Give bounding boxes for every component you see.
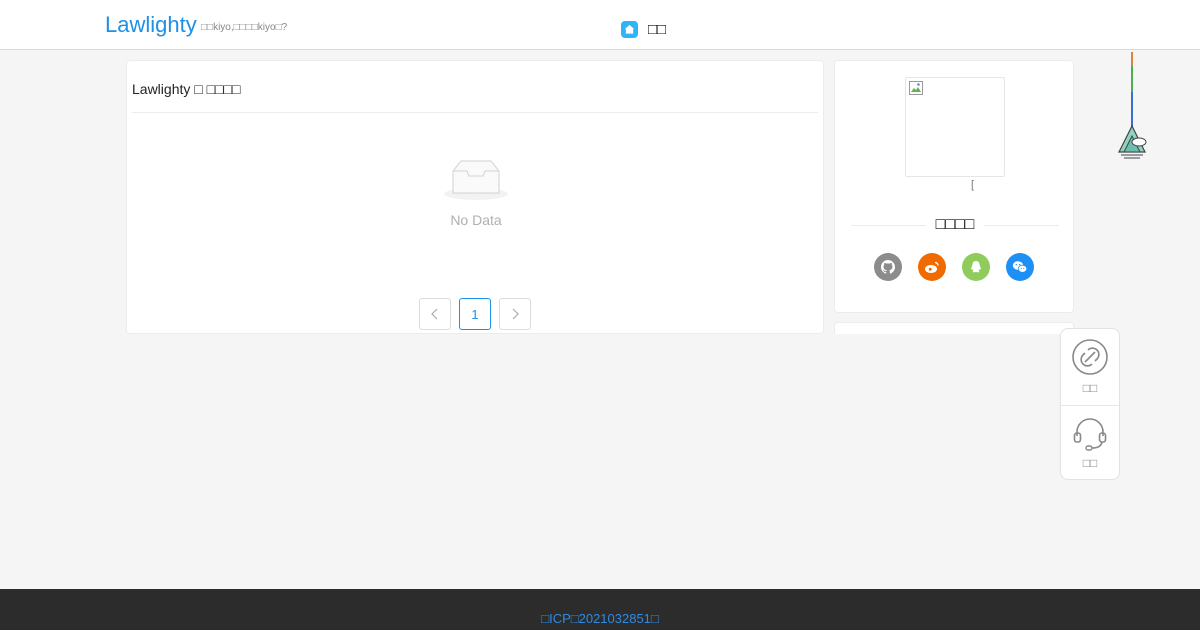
site-tagline: □□kiyo,□□□□kiyo□? — [201, 22, 288, 33]
site-footer: □ICP□2021032851□ — [0, 589, 1200, 630]
nav-home-link[interactable]: □□ — [621, 21, 666, 38]
github-link[interactable] — [874, 253, 902, 281]
float-item-service-label: □□ — [1082, 456, 1098, 470]
chevron-left-icon — [431, 308, 438, 320]
avatar-caption: [ — [971, 179, 975, 191]
title-divider — [132, 112, 818, 113]
float-item-link[interactable]: □□ — [1061, 329, 1119, 404]
float-item-link-label: □□ — [1082, 381, 1098, 395]
page-title: Lawlighty □ □□□□ — [132, 81, 241, 97]
chevron-right-icon — [512, 308, 519, 320]
divider-right — [984, 224, 1059, 226]
link-icon — [1072, 339, 1108, 375]
nav-home-label: □□ — [648, 21, 667, 38]
github-icon — [881, 260, 895, 274]
sidebar-card-secondary — [834, 322, 1074, 334]
divider-left — [851, 224, 926, 226]
prev-page-button[interactable] — [419, 298, 451, 330]
pagination: 1 — [419, 298, 531, 330]
next-page-button[interactable] — [499, 298, 531, 330]
article-list-card: Lawlighty □ □□□□ No Data 1 — [126, 60, 824, 334]
social-links — [874, 253, 1034, 281]
empty-box-icon — [443, 159, 509, 208]
floating-tools-panel: □□ □□ — [1060, 328, 1120, 480]
top-navbar: Lawlighty □□kiyo,□□□□kiyo□? □□ — [0, 0, 1200, 50]
float-item-service[interactable]: □□ — [1061, 406, 1119, 481]
avatar — [905, 77, 1005, 177]
headset-icon — [1073, 418, 1107, 451]
wechat-icon — [1012, 261, 1028, 273]
weibo-icon — [925, 261, 939, 273]
weibo-link[interactable] — [918, 253, 946, 281]
site-brand-link[interactable]: Lawlighty — [105, 12, 197, 38]
broken-image-icon — [909, 81, 923, 95]
contact-title: □□□□ — [935, 216, 975, 233]
wechat-link[interactable] — [1006, 253, 1034, 281]
qq-icon — [971, 261, 981, 273]
qq-link[interactable] — [962, 253, 990, 281]
page-1-button[interactable]: 1 — [459, 298, 491, 330]
empty-state-text: No Data — [450, 212, 502, 228]
profile-card: [ □□□□ — [834, 60, 1074, 313]
home-icon — [621, 21, 638, 38]
icp-link[interactable]: □ICP□2021032851□ — [0, 611, 1200, 626]
contact-heading: □□□□ — [851, 216, 1059, 234]
hanging-pendant-icon[interactable] — [1114, 52, 1150, 162]
